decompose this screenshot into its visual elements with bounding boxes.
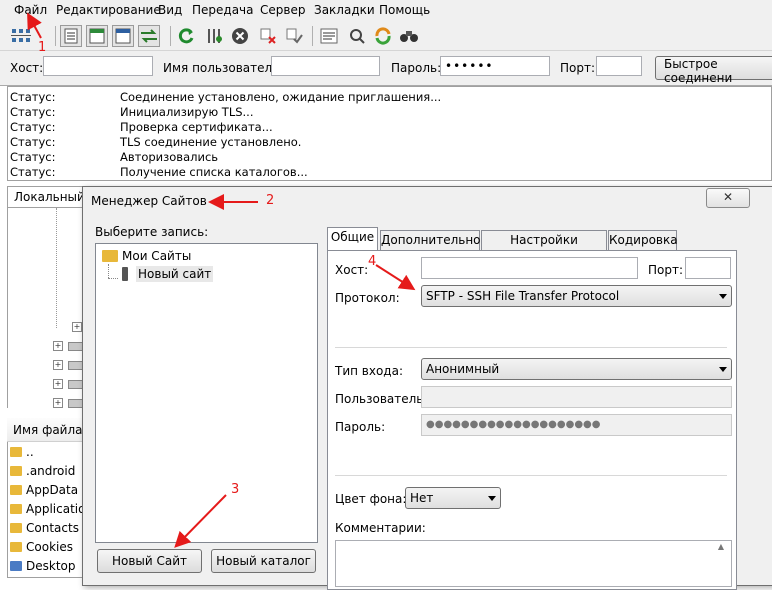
annotation-overlay <box>27 12 416 548</box>
annotation-number: 1 <box>38 40 47 55</box>
annotation-arrow <box>27 12 42 39</box>
annotation-number: 2 <box>266 193 275 208</box>
annotation-number: 4 <box>368 254 377 269</box>
annotation-arrow <box>375 264 416 291</box>
annotation-number: 3 <box>231 482 240 497</box>
annotation-arrow <box>174 494 227 548</box>
